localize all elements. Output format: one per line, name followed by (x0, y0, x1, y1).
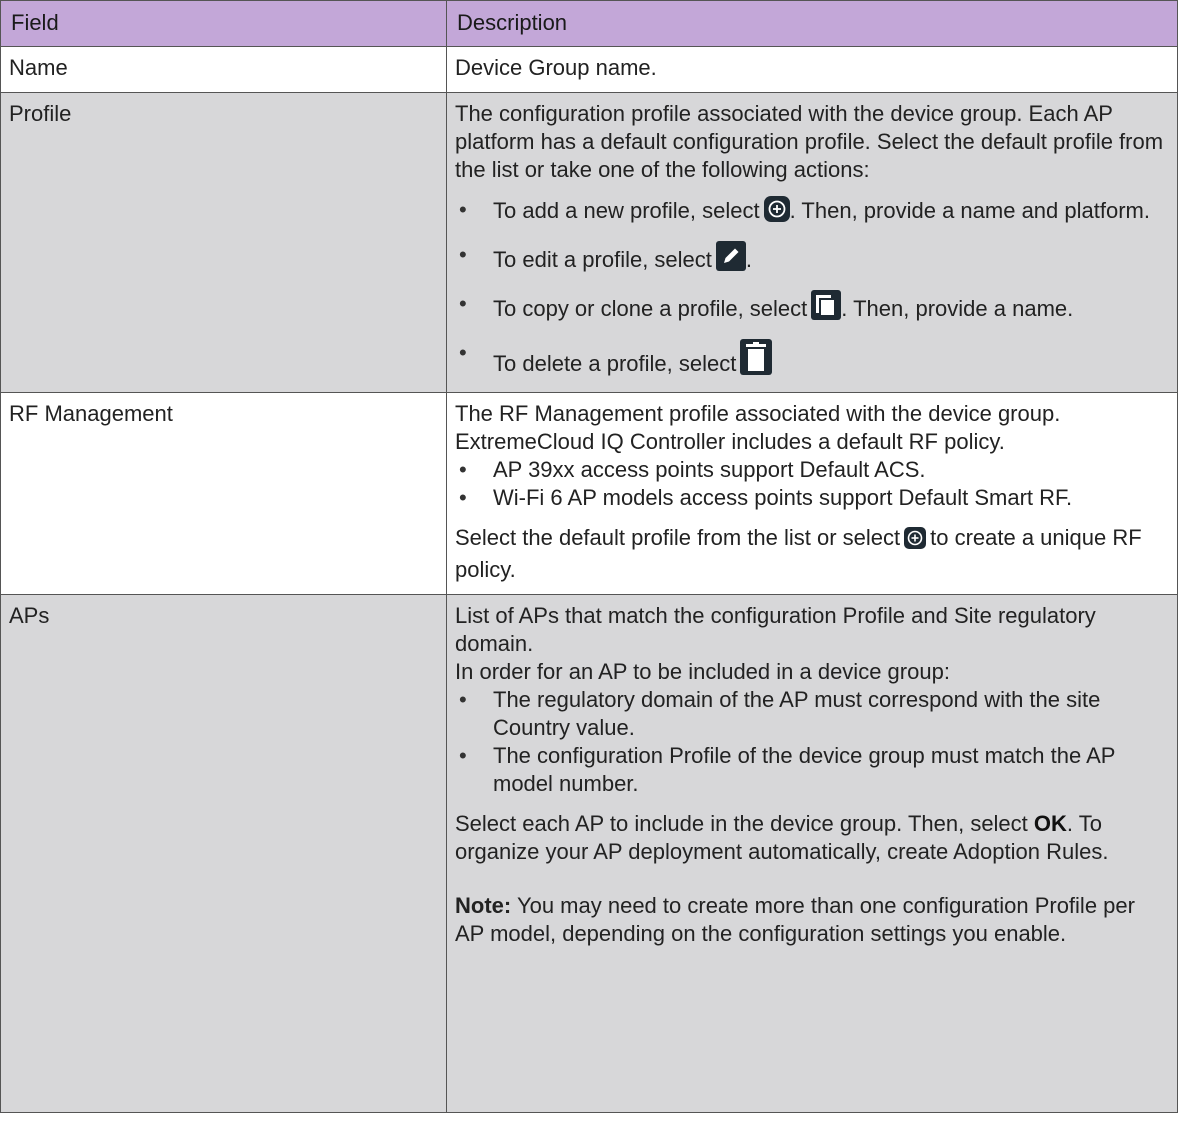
rf-intro: The RF Management profile associated wit… (455, 401, 1061, 454)
copy-text-b: . Then, provide a name. (841, 296, 1074, 321)
rf-select-a: Select the default profile from the list… (455, 525, 901, 550)
description-name: Device Group name. (446, 46, 1178, 93)
list-item-edit: To edit a profile, select. (455, 241, 1167, 278)
add-text-a: To add a new profile, select (493, 198, 760, 223)
copy-clone-icon (811, 290, 842, 327)
list-item-copy: To copy or clone a profile, select . Then… (455, 290, 1167, 327)
description-profile: The configuration profile associated wit… (446, 92, 1178, 393)
list-item: AP 39xx access points support Default AC… (455, 456, 1167, 484)
add-circle-icon (763, 196, 790, 229)
aps-intro-2: In order for an AP to be included in a d… (455, 659, 950, 684)
delete-text-a: To delete a profile, select (493, 351, 737, 376)
field-aps: APs (0, 594, 447, 1113)
aps-intro-1: List of APs that match the configuration… (455, 603, 1096, 656)
add-circle-icon (904, 527, 927, 556)
aps-select-text: Select each AP to include in the device … (455, 810, 1167, 866)
rf-select-text: Select the default profile from the list… (455, 524, 1167, 584)
field-name: Name (0, 46, 447, 93)
header-description: Description (446, 0, 1178, 47)
aps-list: The regulatory domain of the AP must cor… (455, 686, 1167, 798)
list-item-delete: To delete a profile, select (455, 339, 1167, 382)
copy-text-a: To copy or clone a profile, select (493, 296, 808, 321)
ok-label: OK (1033, 811, 1067, 836)
aps-note: Note: You may need to create more than o… (455, 892, 1167, 948)
edit-text-b: . (745, 247, 753, 272)
note-text: You may need to create more than one con… (455, 893, 1135, 946)
header-field: Field (0, 0, 447, 47)
description-aps: List of APs that match the configuration… (446, 594, 1178, 1113)
rf-list: AP 39xx access points support Default AC… (455, 456, 1167, 512)
profile-intro: The configuration profile associated wit… (455, 101, 1164, 182)
table-row-rf-management: RF Management The RF Management profile … (0, 392, 1178, 595)
profile-action-list: To add a new profile, select . Then, prov… (455, 196, 1167, 382)
field-rf-management: RF Management (0, 392, 447, 595)
list-item: Wi-Fi 6 AP models access points support … (455, 484, 1167, 512)
table-row-aps: APs List of APs that match the configura… (0, 594, 1178, 1113)
list-item: The regulatory domain of the AP must cor… (455, 686, 1167, 742)
edit-text-a: To edit a profile, select (493, 247, 712, 272)
list-item: The configuration Profile of the device … (455, 742, 1167, 798)
trash-delete-icon (740, 339, 773, 382)
add-text-b: . Then, provide a name and platform. (789, 198, 1150, 223)
aps-select-a: Select each AP to include in the device … (455, 811, 1028, 836)
field-profile: Profile (0, 92, 447, 393)
table-row-profile: Profile The configuration profile associ… (0, 92, 1178, 393)
note-label: Note: (455, 893, 512, 918)
description-rf-management: The RF Management profile associated wit… (446, 392, 1178, 595)
header-row: Field Description (0, 0, 1178, 47)
description-text: Device Group name. (455, 55, 657, 80)
field-description-table: Field Description Name Device Group name… (0, 0, 1178, 1113)
pencil-edit-icon (715, 241, 746, 278)
list-item-add: To add a new profile, select . Then, prov… (455, 196, 1167, 229)
table-row-name: Name Device Group name. (0, 46, 1178, 93)
